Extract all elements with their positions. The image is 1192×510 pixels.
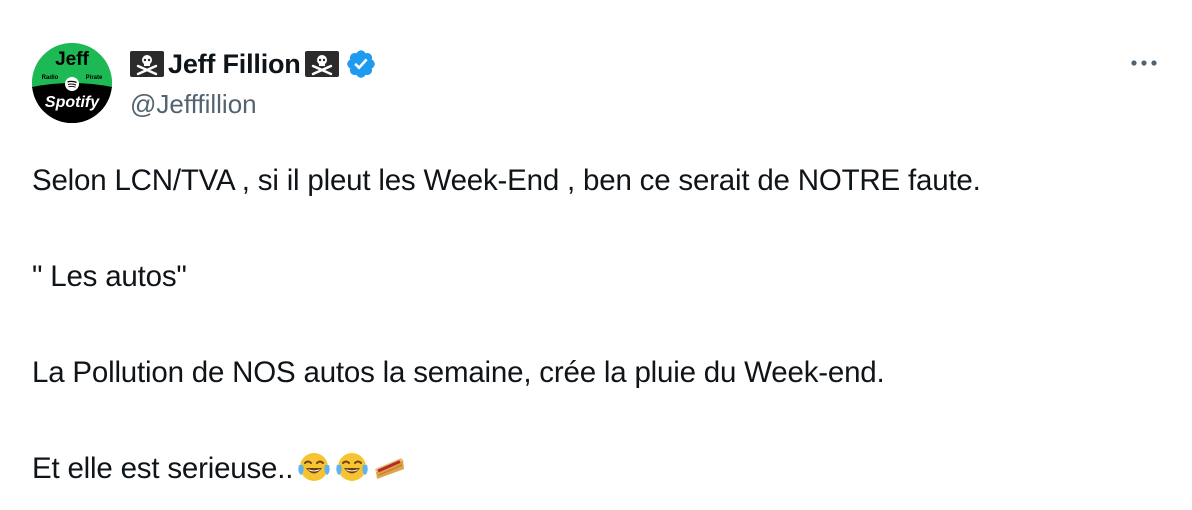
tweet-text: Selon LCN/TVA , si il pleut les Week-End… [32, 157, 1162, 493]
more-options-button[interactable] [1126, 48, 1162, 78]
pie-icon [373, 450, 407, 484]
verified-badge-icon[interactable] [345, 48, 377, 80]
tweet-line-3: La Pollution de NOS autos la semaine, cr… [32, 356, 885, 389]
more-horizontal-icon [1130, 59, 1158, 67]
name-row[interactable]: Jeff Fillion [130, 44, 377, 84]
avatar-top-text: Jeff [55, 49, 89, 70]
author-identity: Jeff Fillion @Jefffillion [130, 44, 377, 122]
tweet-line-4-wrapper: Et elle est serieuse.. [32, 445, 1162, 493]
tears-of-joy-icon [335, 450, 369, 484]
tears-of-joy-icon [297, 450, 331, 484]
avatar-radio-text: Radio [42, 75, 59, 81]
tweet-line-4: Et elle est serieuse.. [32, 452, 294, 485]
avatar-bottom-text: Spotify [45, 94, 100, 111]
author-display-name[interactable]: Jeff Fillion [168, 44, 301, 84]
author-handle[interactable]: @Jefffillion [130, 86, 377, 122]
tweet-line-2: " Les autos" [32, 260, 187, 293]
tweet-line-1: Selon LCN/TVA , si il pleut les Week-End… [32, 164, 981, 197]
pirate-flag-icon [130, 51, 164, 77]
author-avatar[interactable]: Jeff Radio Pirate Spotify [32, 43, 112, 123]
tweet-card: Jeff Radio Pirate Spotify Jeff Fillion @… [0, 0, 1192, 510]
avatar-pirate-text: Pirate [86, 75, 103, 81]
pirate-flag-icon [304, 51, 339, 77]
